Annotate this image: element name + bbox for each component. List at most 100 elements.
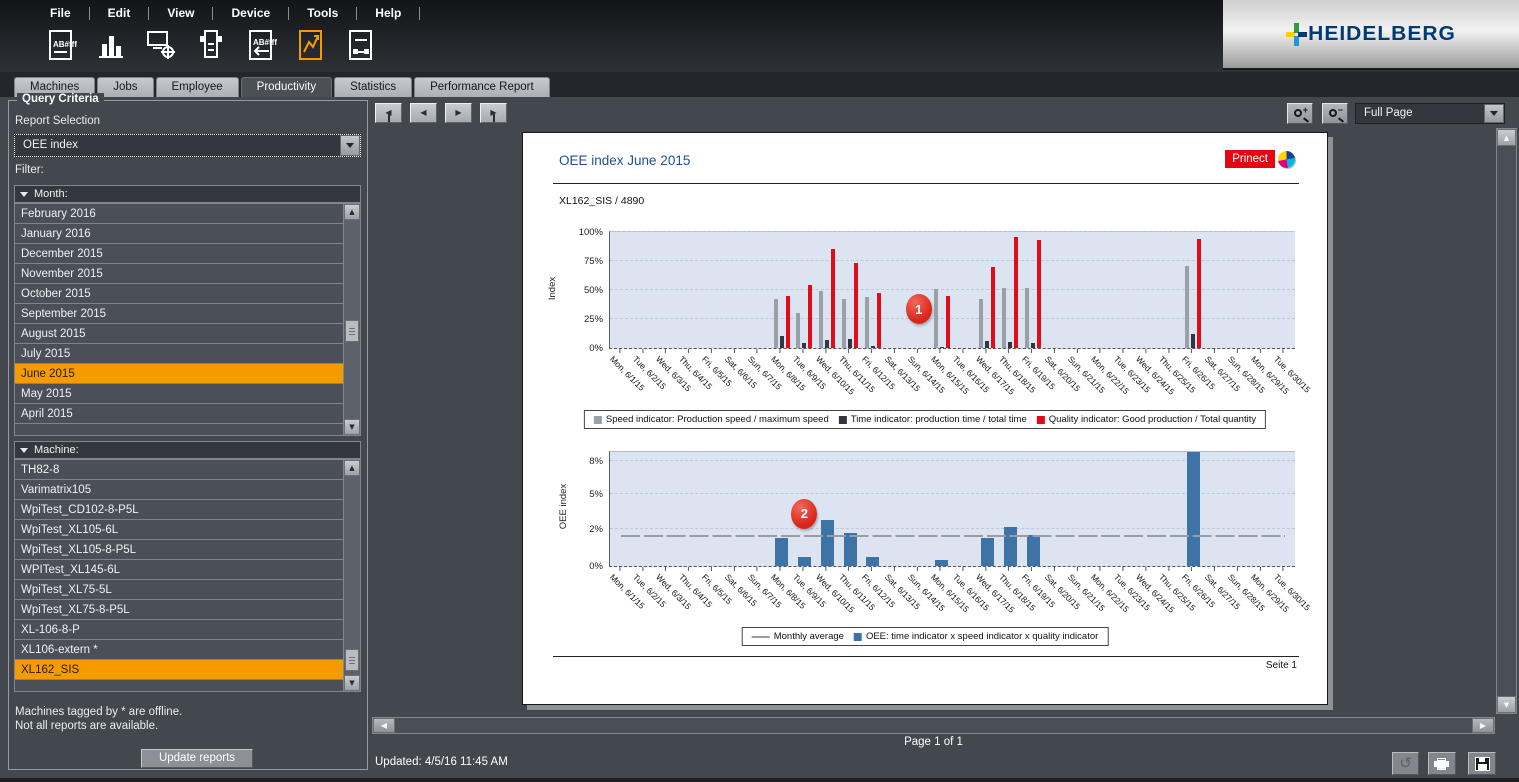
- performance-chart-icon[interactable]: [294, 26, 328, 64]
- process-report-icon[interactable]: [344, 26, 378, 64]
- machine-item[interactable]: TH82-8: [15, 460, 343, 480]
- tab-statistics[interactable]: Statistics: [334, 77, 412, 97]
- bar-quality: [854, 263, 858, 348]
- machine-item[interactable]: WpiTest_XL105-6L: [15, 520, 343, 540]
- month-item[interactable]: February 2016: [15, 204, 343, 224]
- bar-time: [985, 341, 989, 348]
- menu-separator: [356, 7, 357, 20]
- machine-item[interactable]: WpiTest_XL105-8-P5L: [15, 540, 343, 560]
- save-button[interactable]: [1468, 752, 1496, 775]
- menu-item-device[interactable]: Device: [227, 4, 274, 22]
- machine-item[interactable]: XL162_SIS: [15, 660, 343, 680]
- scrollbar-thumb[interactable]: [345, 649, 359, 671]
- refresh-button[interactable]: ↺: [1392, 752, 1419, 775]
- scroll-down-icon[interactable]: ▼: [1497, 696, 1516, 713]
- machine-item[interactable]: Varimatrix105: [15, 480, 343, 500]
- scrollbar-thumb[interactable]: [345, 320, 359, 342]
- tab-performance-report[interactable]: Performance Report: [414, 77, 550, 97]
- y-tick-label: 75%: [559, 256, 603, 267]
- text-report-icon[interactable]: AB#ffffff: [44, 26, 78, 64]
- scroll-up-icon[interactable]: ▲: [344, 204, 360, 220]
- gridline: [610, 289, 1295, 290]
- report-page: OEE index June 2015 Prinect XL162_SIS / …: [522, 132, 1328, 705]
- bar-chart-icon[interactable]: [94, 26, 128, 64]
- menu-item-tools[interactable]: Tools: [303, 4, 342, 22]
- vertical-scrollbar[interactable]: ▲ ▼: [1496, 128, 1517, 714]
- machine-list-scrollbar[interactable]: ▲ ▼: [343, 460, 360, 691]
- dropdown-arrow-button[interactable]: [1484, 104, 1504, 123]
- scroll-up-icon[interactable]: ▲: [344, 460, 360, 476]
- bar-speed: [934, 289, 938, 348]
- status-updated-text: Updated: 4/5/16 11:45 AM: [375, 756, 508, 768]
- legend-swatch: [1037, 416, 1045, 424]
- bar-time: [825, 340, 829, 348]
- machine-item[interactable]: WpiTest_XL75-8-P5L: [15, 600, 343, 620]
- gridline: [610, 318, 1295, 319]
- scroll-right-icon[interactable]: ▶: [1472, 718, 1494, 733]
- bar-speed: [796, 313, 800, 348]
- month-item[interactable]: September 2015: [15, 304, 343, 324]
- bar-oee: [866, 557, 879, 566]
- gridline: [610, 260, 1295, 261]
- machine-item[interactable]: WpiTest_CD102-8-P5L: [15, 500, 343, 520]
- dropdown-arrow-button[interactable]: [340, 135, 360, 156]
- print-button[interactable]: [1428, 752, 1456, 775]
- menu-item-view[interactable]: View: [163, 4, 198, 22]
- toolbar: AB#ffffff AB#ffffff: [44, 26, 378, 64]
- zoom-in-button[interactable]: +: [1287, 103, 1313, 124]
- previous-page-button[interactable]: ◀: [410, 103, 437, 123]
- month-item[interactable]: May 2015: [15, 384, 343, 404]
- month-item[interactable]: November 2015: [15, 264, 343, 284]
- system-settings-icon[interactable]: [144, 26, 178, 64]
- legend-item: Time indicator: production time / total …: [839, 414, 1027, 425]
- machine-section-header[interactable]: Machine:: [14, 441, 361, 459]
- machine-item[interactable]: XL106-extern *: [15, 640, 343, 660]
- month-section-header[interactable]: Month:: [14, 185, 361, 203]
- menu-item-edit[interactable]: Edit: [104, 4, 135, 22]
- bar-oee: [981, 538, 994, 566]
- scroll-down-icon[interactable]: ▼: [344, 419, 360, 435]
- last-page-button[interactable]: ▶: [480, 103, 507, 123]
- menu-bar: File Edit View Device Tools Help: [46, 4, 420, 22]
- press-device-icon[interactable]: [194, 26, 228, 64]
- menu-separator: [212, 7, 213, 20]
- update-reports-button[interactable]: Update reports: [141, 749, 253, 768]
- month-item[interactable]: October 2015: [15, 284, 343, 304]
- report-selection-dropdown[interactable]: OEE index: [14, 134, 361, 157]
- month-item[interactable]: June 2015: [15, 364, 343, 384]
- month-item[interactable]: January 2016: [15, 224, 343, 244]
- menu-item-help[interactable]: Help: [371, 4, 405, 22]
- bar-oee: [775, 538, 788, 566]
- month-item[interactable]: December 2015: [15, 244, 343, 264]
- machine-item[interactable]: WpiTest_XL75-5L: [15, 580, 343, 600]
- month-item[interactable]: July 2015: [15, 344, 343, 364]
- month-list-scrollbar[interactable]: ▲ ▼: [343, 204, 360, 435]
- month-item[interactable]: April 2015: [15, 404, 343, 424]
- zoom-level-select[interactable]: Full Page: [1355, 103, 1505, 124]
- zoom-in-icon: [1294, 109, 1302, 117]
- tab-employee[interactable]: Employee: [156, 77, 239, 97]
- collapse-icon: [20, 448, 28, 453]
- scroll-up-icon[interactable]: ▲: [1497, 129, 1516, 146]
- month-item[interactable]: August 2015: [15, 324, 343, 344]
- report-import-icon[interactable]: AB#ffffff: [244, 26, 278, 64]
- first-page-button[interactable]: ◀: [375, 103, 402, 123]
- scroll-left-icon[interactable]: ◀: [373, 718, 395, 733]
- bar-quality: [1014, 237, 1018, 348]
- scroll-down-icon[interactable]: ▼: [344, 675, 360, 691]
- legend-line-swatch: [752, 636, 770, 638]
- zoom-out-button[interactable]: −: [1322, 103, 1348, 124]
- next-page-button[interactable]: ▶: [445, 103, 472, 123]
- bar-quality: [808, 285, 812, 348]
- annotation-circle-1: 1: [906, 294, 932, 324]
- legend-swatch: [594, 416, 602, 424]
- horizontal-scrollbar[interactable]: ◀ ▶: [372, 717, 1495, 734]
- legend-label: Quality indicator: Good production / Tot…: [1049, 414, 1256, 425]
- scrollbar-corner: [1496, 717, 1517, 734]
- tab-jobs[interactable]: Jobs: [97, 77, 153, 97]
- tab-productivity[interactable]: Productivity: [241, 77, 332, 97]
- machine-item[interactable]: XL-106-8-P: [15, 620, 343, 640]
- menu-item-file[interactable]: File: [46, 4, 75, 22]
- bar-time: [871, 346, 875, 348]
- machine-item[interactable]: WPITest_XL145-6L: [15, 560, 343, 580]
